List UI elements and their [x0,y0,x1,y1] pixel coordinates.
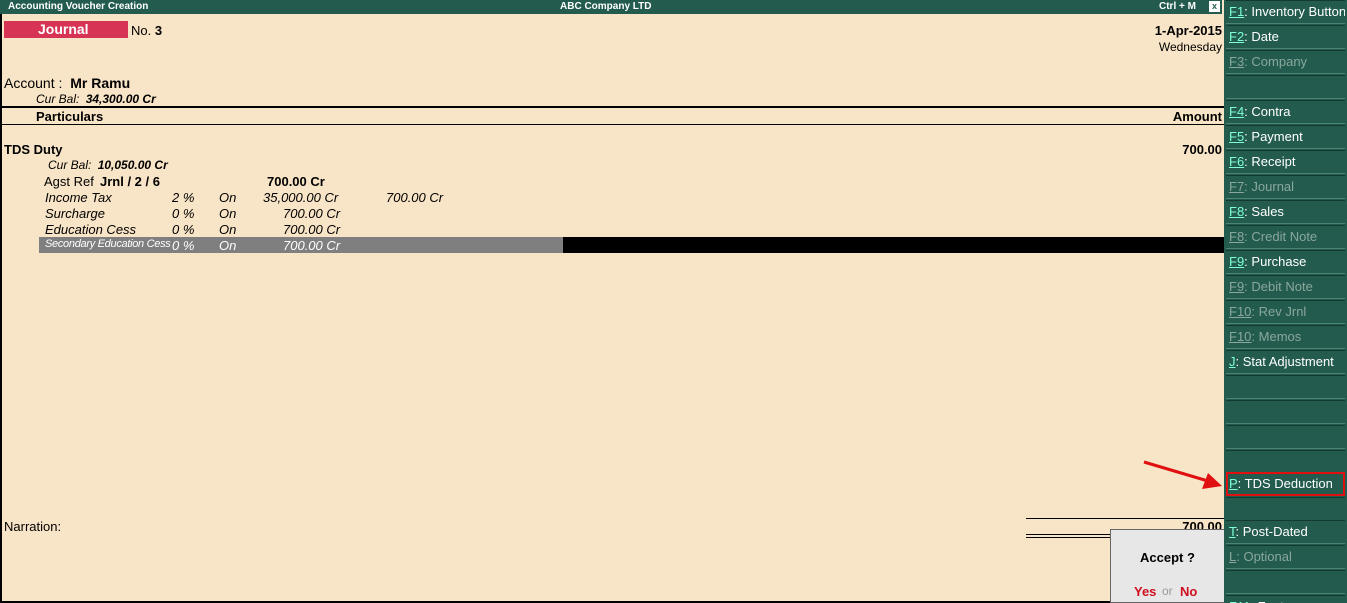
shortcut-key: F4 [1229,104,1245,119]
side-button-company[interactable]: F3: Company [1226,50,1345,74]
shortcut-key: F10 [1229,329,1252,344]
ledger-name[interactable]: TDS Duty [4,142,63,157]
voucher-date[interactable]: 1-Apr-2015 [1155,23,1222,38]
account-label: Account : [4,75,63,91]
voucher-number: No. 3 [131,23,162,38]
voucher-day: Wednesday [1158,40,1222,54]
accept-or-text: or [1162,584,1173,598]
side-button-receipt[interactable]: F6: Receipt [1226,150,1345,174]
window-title: Accounting Voucher Creation [8,1,149,12]
shortcut-key: L [1229,549,1237,564]
side-button-tds-deduction[interactable]: P: TDS Deduction [1226,472,1345,496]
side-button-label: Rev Jrnl [1258,304,1307,319]
side-button-journal[interactable]: F7: Journal [1226,175,1345,199]
shortcut-key: J [1229,354,1236,369]
selected-row-band [563,237,1224,253]
side-button-optional[interactable]: L: Optional [1226,545,1345,569]
shortcut-hint: Ctrl + M [1159,1,1196,12]
side-button-label: Debit Note [1251,279,1313,294]
title-bar: Accounting Voucher Creation ABC Company … [0,0,1222,14]
account-value[interactable]: Mr Ramu [70,75,130,91]
voucher-no-value[interactable]: 3 [155,23,162,38]
side-button-empty [1226,570,1345,594]
shortcut-key: F8 [1229,229,1245,244]
side-button-empty [1226,450,1345,474]
side-button-label: Date [1251,29,1279,44]
col-amount: Amount [1172,109,1222,124]
side-button-empty [1226,375,1345,399]
side-button-label: Contra [1251,104,1291,119]
side-button-rev-jrnl[interactable]: F10: Rev Jrnl [1226,300,1345,324]
side-button-purchase[interactable]: F9: Purchase [1226,250,1345,274]
voucher-no-label: No. [131,23,152,38]
side-button-empty [1226,400,1345,424]
accept-yes-button[interactable]: Yes [1134,584,1156,599]
side-button-post-dated[interactable]: T: Post-Dated [1226,520,1345,544]
side-button-credit-note[interactable]: F8: Credit Note [1226,225,1345,249]
side-button-empty [1226,425,1345,449]
side-button-payment[interactable]: F5: Payment [1226,125,1345,149]
side-button-empty [1226,75,1345,99]
shortcut-key: F2 [1229,29,1245,44]
col-particulars: Particulars [36,109,104,124]
divider [2,124,1224,125]
side-button-stat-adjustment[interactable]: J: Stat Adjustment [1226,350,1345,374]
accept-no-button[interactable]: No [1180,584,1197,599]
voucher-type-label: Journal [4,21,128,38]
side-button-date[interactable]: F2: Date [1226,25,1345,49]
side-button-label: Optional [1243,549,1292,564]
side-button-sales[interactable]: F8: Sales [1226,200,1345,224]
side-button-label: Purchase [1251,254,1307,269]
side-button-debit-note[interactable]: F9: Debit Note [1226,275,1345,299]
button-panel: F1: Inventory Buttons F2: Date F3: Company… [1224,0,1347,603]
annotation-arrow-icon [1143,460,1222,489]
side-button-contra[interactable]: F4: Contra [1226,100,1345,124]
side-button-label: Inventory Buttons [1251,4,1345,19]
agst-ref-value[interactable]: Jrnl / 2 / 6 [100,174,160,189]
account-row: Account : Mr Ramu [4,75,130,91]
side-button-label: TDS Deduction [1244,476,1333,491]
side-button-label: Sales [1251,204,1284,219]
accept-question: Accept ? [1140,550,1195,565]
voucher-pane: Journal No. 3 1-Apr-2015 Wednesday Accou… [0,14,1226,603]
accept-dialog: Accept ? Yes or No [1110,529,1226,603]
side-button-empty [1226,497,1345,521]
shortcut-key: F3 [1229,54,1245,69]
company-name: ABC Company LTD [560,1,652,12]
account-cur-bal: Cur Bal: 34,300.00 Cr [36,92,156,106]
side-button-label: Credit Note [1251,229,1318,244]
side-button-label: Memos [1258,329,1302,344]
side-button-features[interactable]: F11: Features [1226,595,1345,603]
agst-ref-label: Agst Ref [44,174,94,189]
side-button-label: Stat Adjustment [1242,354,1334,369]
shortcut-key: F11 [1229,599,1250,603]
side-button-memos[interactable]: F10: Memos [1226,325,1345,349]
side-button-inventory-buttons[interactable]: F1: Inventory Buttons [1226,0,1345,24]
shortcut-key: F6 [1229,154,1245,169]
side-button-label: Features [1258,599,1309,603]
ledger-amount[interactable]: 700.00 [1182,142,1222,157]
side-button-label: Journal [1251,179,1295,194]
narration-label: Narration: [4,519,62,534]
agst-ref-amount: 700.00 Cr [267,174,325,189]
side-button-label: Post-Dated [1242,524,1308,539]
side-button-label: Company [1251,54,1308,69]
shortcut-key: P [1229,476,1238,491]
side-button-label: Receipt [1251,154,1296,169]
shortcut-key: F8 [1229,204,1245,219]
shortcut-key: T [1229,524,1236,539]
shortcut-key: F10 [1229,304,1252,319]
shortcut-key: F5 [1229,129,1245,144]
ledger-cur-bal: Cur Bal: 10,050.00 Cr [48,158,168,172]
shortcut-key: F9 [1229,279,1245,294]
shortcut-key: F9 [1229,254,1245,269]
side-button-label: Payment [1251,129,1303,144]
shortcut-key: F7 [1229,179,1245,194]
close-icon[interactable]: x [1209,1,1220,12]
shortcut-key: F1 [1229,4,1245,19]
divider [2,106,1224,108]
